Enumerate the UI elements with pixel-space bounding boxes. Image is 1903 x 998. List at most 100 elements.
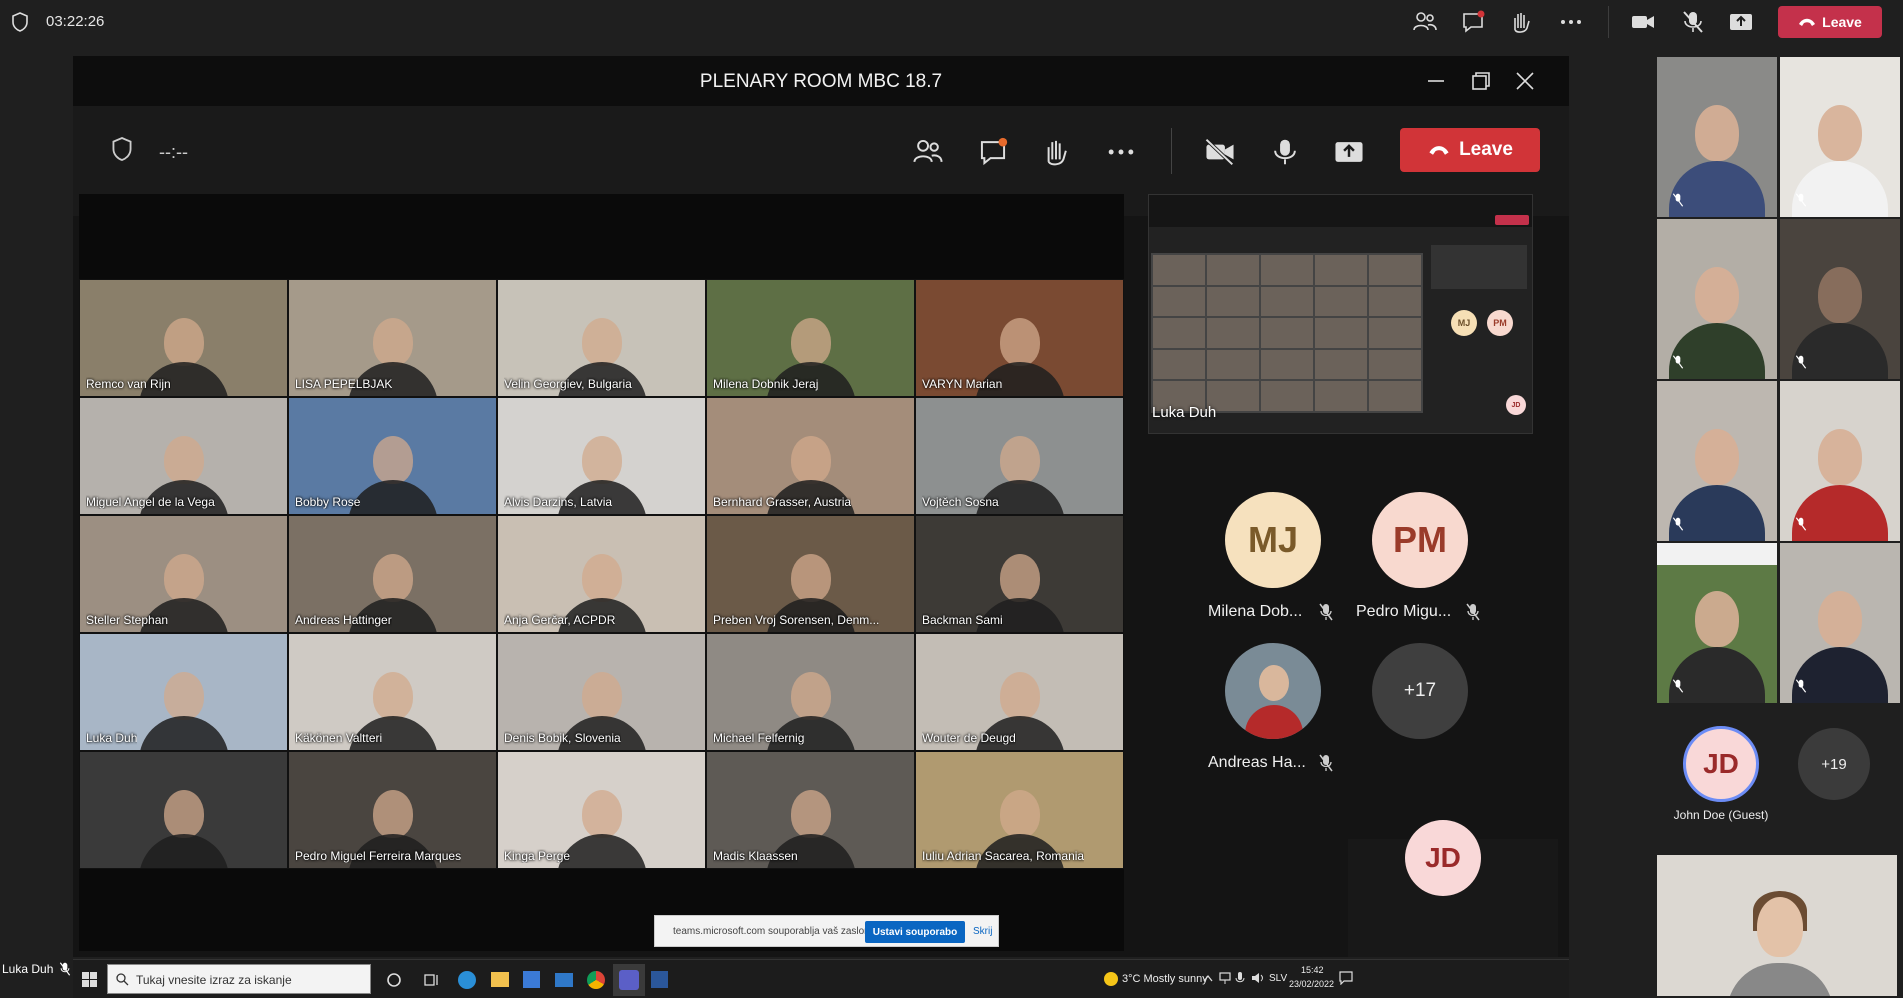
mic-muted-icon — [59, 962, 71, 976]
leave-label: Leave — [1822, 14, 1862, 30]
participant-tile: Bernhard Grasser, Austria — [706, 397, 915, 515]
mini-avatar: MJ — [1451, 310, 1477, 336]
clock-time: 15:42 — [1301, 965, 1324, 975]
windows-taskbar: Tukaj vnesite izraz za iskanje 3°C Mostl… — [73, 959, 1569, 998]
participant-tile: Remco van Rijn — [79, 279, 288, 397]
participant-name: LISA PEPELBJAK — [295, 377, 393, 391]
store-icon — [523, 971, 540, 988]
participant-video-featured[interactable] — [1657, 855, 1897, 996]
participant-name: Madis Klaassen — [713, 849, 798, 863]
screen-share-notification: teams.microsoft.com souporablja vaš zasl… — [654, 915, 999, 947]
share-message: teams.microsoft.com souporablja vaš zasl… — [673, 926, 873, 937]
participant-video[interactable] — [1780, 57, 1900, 217]
mic-muted-icon — [1672, 193, 1684, 207]
teams-icon — [619, 970, 639, 990]
avatar-john-doe[interactable]: JD — [1683, 726, 1759, 802]
mini-avatar: JD — [1506, 395, 1526, 415]
participant-video[interactable] — [1780, 381, 1900, 541]
toolbar-divider — [1171, 128, 1172, 174]
participant-label: John Doe (Guest) — [1673, 808, 1769, 822]
participant-name: Luka Duh — [86, 731, 138, 745]
raise-hand-icon[interactable] — [1508, 10, 1534, 34]
shared-window-titlebar: PLENARY ROOM MBC 18.7 — [73, 56, 1569, 106]
participant-video[interactable] — [1780, 219, 1900, 379]
chat-icon[interactable] — [1460, 10, 1486, 34]
phone-hangup-icon — [1799, 18, 1816, 26]
raise-hand-icon — [1047, 140, 1067, 166]
mic-muted-icon — [1319, 603, 1333, 621]
task-view-icon — [424, 974, 438, 986]
chrome-icon — [587, 971, 605, 989]
network-icon — [1219, 972, 1231, 984]
participant-tile: LISA PEPELBJAK — [288, 279, 497, 397]
nested-side-video — [1431, 245, 1527, 289]
mic-muted-icon — [1319, 754, 1333, 772]
participant-tile: Pedro Miguel Ferreira Marques — [288, 751, 497, 869]
mic-muted-icon[interactable] — [1680, 10, 1706, 34]
restore-icon[interactable] — [1470, 70, 1492, 92]
mic-muted-icon — [1795, 355, 1807, 369]
file-explorer-icon — [491, 972, 509, 987]
language-indicator: SLV — [1269, 973, 1288, 984]
participant-name: Kinga Perge — [504, 849, 571, 863]
participant-name: Preben Vroj Sorensen, Denm... — [713, 613, 880, 627]
shared-meeting-timer: --:-- — [159, 142, 188, 162]
participant-video[interactable] — [1657, 381, 1777, 541]
camera-icon[interactable] — [1630, 10, 1656, 34]
nested-self-name: Luka Duh — [1152, 404, 1217, 421]
participant-name: Iuliu Adrian Sacarea, Romania — [922, 849, 1085, 863]
self-name-label: Luka Duh — [2, 962, 54, 976]
shared-window-title: PLENARY ROOM MBC 18.7 — [699, 71, 943, 92]
participant-name: Pedro Miguel Ferreira Marques — [295, 849, 462, 863]
participant-name: Wouter de Deugd — [922, 731, 1016, 745]
more-options-icon[interactable] — [1558, 10, 1584, 34]
participant-tile: Miguel Angel de la Vega — [79, 397, 288, 515]
participant-tile: Vojtěch Sosna — [915, 397, 1124, 515]
edge-icon — [458, 971, 476, 989]
mic-muted-icon — [1672, 355, 1684, 369]
hide-link: Skrij — [973, 926, 993, 937]
overflow-participants: +17 — [1372, 643, 1468, 739]
participant-tile: Madis Klaassen — [706, 751, 915, 869]
participant-tile: Denis Bobik, Slovenia — [497, 633, 706, 751]
nested-gallery — [1151, 253, 1423, 413]
people-icon[interactable] — [1412, 10, 1438, 34]
participant-label: Milena Dob... — [1208, 603, 1303, 620]
participant-tile: Milena Dobnik Jeraj — [706, 279, 915, 397]
participant-tile: VARYN Marian — [915, 279, 1124, 397]
participant-name: Remco van Rijn — [86, 377, 171, 391]
participant-video[interactable] — [1657, 219, 1777, 379]
participant-name: Käkönen Valtteri — [295, 731, 383, 745]
nested-screen-preview: MJ PM JD Luka Duh — [1148, 194, 1533, 434]
participant-name: Miguel Angel de la Vega — [86, 495, 215, 509]
participant-name: Milena Dobnik Jeraj — [713, 377, 819, 391]
share-screen-icon[interactable] — [1728, 10, 1754, 34]
word-icon — [651, 971, 668, 988]
participant-tile: Käkönen Valtteri — [288, 633, 497, 751]
leave-button[interactable]: Leave — [1778, 6, 1882, 38]
participant-name: Denis Bobik, Slovenia — [504, 731, 621, 745]
participant-name: Bernhard Grasser, Austria — [713, 495, 852, 509]
taskbar-search-placeholder: Tukaj vnesite izraz za iskanje — [136, 973, 292, 987]
mail-icon — [555, 973, 573, 987]
participant-video[interactable] — [1780, 543, 1900, 703]
participant-name: Michael Felfernig — [713, 731, 805, 745]
camera-off-icon — [1205, 138, 1234, 166]
mic-muted-icon — [1672, 679, 1684, 693]
participant-tile: Iuliu Adrian Sacarea, Romania — [915, 751, 1124, 869]
participant-name: Steller Stephan — [86, 613, 169, 627]
minimize-icon[interactable] — [1425, 70, 1447, 92]
microphone-icon — [1274, 139, 1296, 165]
overflow-participants-button[interactable]: +19 — [1798, 728, 1870, 800]
participant-video[interactable] — [1657, 543, 1777, 703]
participant-name: Velin Georgiev, Bulgaria — [504, 377, 632, 391]
volume-icon — [1252, 973, 1263, 983]
shared-screen: PLENARY ROOM MBC 18.7 --:-- Leave Remco … — [73, 56, 1569, 998]
video-gallery: Remco van Rijn LISA PEPELBJAK Velin Georgi… — [79, 194, 1124, 951]
participant-video[interactable] — [1657, 57, 1777, 217]
search-icon — [116, 973, 129, 986]
close-icon[interactable] — [1514, 70, 1536, 92]
participant-name: VARYN Marian — [922, 377, 1003, 391]
participant-tile: Wouter de Deugd — [915, 633, 1124, 751]
mic-muted-icon — [1672, 517, 1684, 531]
